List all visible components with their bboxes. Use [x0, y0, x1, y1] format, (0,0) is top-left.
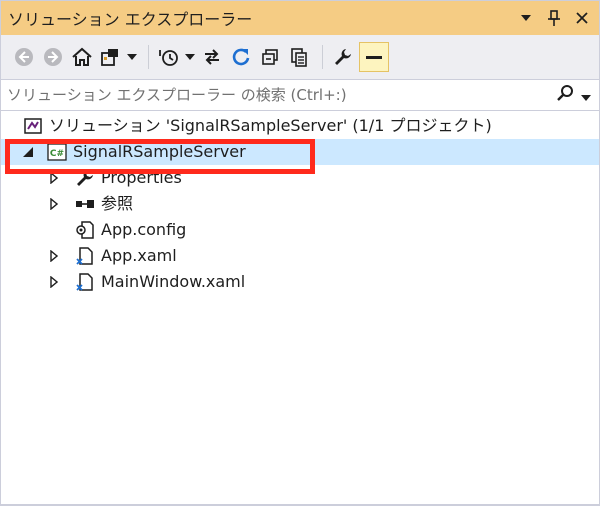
solution-explorer-panel: ソリューション エクスプローラー ソリューション エクスプローラー の検索 (C… [0, 0, 600, 506]
tree-row-references[interactable]: 参照 [1, 191, 599, 217]
caret-down-icon [581, 94, 591, 101]
xaml-file-icon [75, 246, 95, 266]
caret-down-icon [126, 54, 137, 60]
caret-down-icon [521, 15, 531, 21]
wrench-icon [335, 49, 351, 65]
preview-toggle-icon [366, 56, 382, 59]
item-label: Properties [101, 168, 182, 187]
sync-with-active-document-button[interactable] [199, 42, 225, 72]
tree-expanded-arrow[interactable] [21, 145, 35, 159]
close-button[interactable] [573, 9, 591, 27]
tree-row-project[interactable]: C# SignalRSampleServer [1, 139, 599, 165]
home-icon [72, 47, 92, 66]
collapsed-arrow-icon [50, 250, 58, 262]
item-label: 参照 [101, 194, 134, 213]
cs-badge: C# [50, 149, 64, 159]
search-icon [557, 85, 573, 101]
pin-button[interactable] [545, 9, 563, 27]
collapsed-arrow-icon [50, 198, 58, 210]
tree-row-mainwindow-xaml[interactable]: MainWindow.xaml [1, 269, 599, 295]
back-button[interactable] [11, 42, 37, 72]
wrench-icon [75, 168, 95, 188]
title-bar: ソリューション エクスプローラー [1, 1, 599, 35]
forward-arrow-icon [44, 48, 62, 66]
tree-collapsed-arrow[interactable] [47, 249, 61, 263]
switch-views-icon [100, 49, 118, 66]
sync-arrows-icon [205, 49, 219, 65]
properties-button[interactable] [330, 42, 356, 72]
project-label: SignalRSampleServer [73, 142, 246, 161]
refresh-button[interactable] [228, 42, 254, 72]
panel-bottom-border [1, 504, 599, 505]
pending-changes-filter-button[interactable] [156, 42, 196, 72]
preview-selected-items-button[interactable] [359, 42, 389, 72]
xaml-file-icon [75, 272, 95, 292]
show-all-files-button[interactable] [286, 42, 312, 72]
references-icon [75, 194, 95, 214]
collapse-all-icon [262, 49, 278, 65]
tree-collapsed-arrow[interactable] [47, 171, 61, 185]
solution-label: ソリューション 'SignalRSampleServer' (1/1 プロジェク… [49, 116, 492, 135]
solution-icon [23, 116, 43, 136]
pin-icon [548, 10, 560, 26]
close-icon [576, 12, 588, 24]
show-all-files-icon [291, 48, 307, 67]
panel-title: ソリューション エクスプローラー [8, 10, 253, 29]
toolbar-separator [322, 45, 323, 69]
solution-tree: ソリューション 'SignalRSampleServer' (1/1 プロジェク… [1, 113, 599, 295]
switch-views-button[interactable] [98, 42, 138, 72]
collapsed-arrow-icon [50, 172, 58, 184]
forward-button[interactable] [40, 42, 66, 72]
tree-collapsed-arrow[interactable] [47, 275, 61, 289]
tree-row-solution[interactable]: ソリューション 'SignalRSampleServer' (1/1 プロジェク… [1, 113, 599, 139]
clock-icon [158, 50, 178, 66]
collapse-all-button[interactable] [257, 42, 283, 72]
search-button[interactable] [557, 84, 575, 106]
home-button[interactable] [69, 42, 95, 72]
item-label: MainWindow.xaml [101, 272, 246, 291]
refresh-icon [232, 48, 250, 66]
toolbar [1, 35, 599, 79]
expanded-arrow-icon [23, 147, 33, 157]
search-input[interactable] [1, 81, 547, 109]
toolbar-separator [148, 45, 149, 69]
search-options-dropdown[interactable] [581, 86, 591, 105]
search-controls [557, 80, 591, 110]
back-arrow-icon [15, 48, 33, 66]
caret-down-icon [184, 54, 195, 60]
tree-collapsed-arrow[interactable] [47, 197, 61, 211]
tree-row-properties[interactable]: Properties [1, 165, 599, 191]
csharp-project-icon: C# [47, 142, 67, 162]
item-label: App.xaml [101, 246, 177, 265]
dropdown-menu-button[interactable] [517, 9, 535, 27]
tree-row-app-config[interactable]: App.config [1, 217, 599, 243]
title-bar-controls [517, 1, 591, 35]
tree-row-app-xaml[interactable]: App.xaml [1, 243, 599, 269]
config-file-icon [75, 220, 95, 240]
collapsed-arrow-icon [50, 276, 58, 288]
item-label: App.config [101, 220, 187, 239]
search-box [1, 79, 599, 111]
